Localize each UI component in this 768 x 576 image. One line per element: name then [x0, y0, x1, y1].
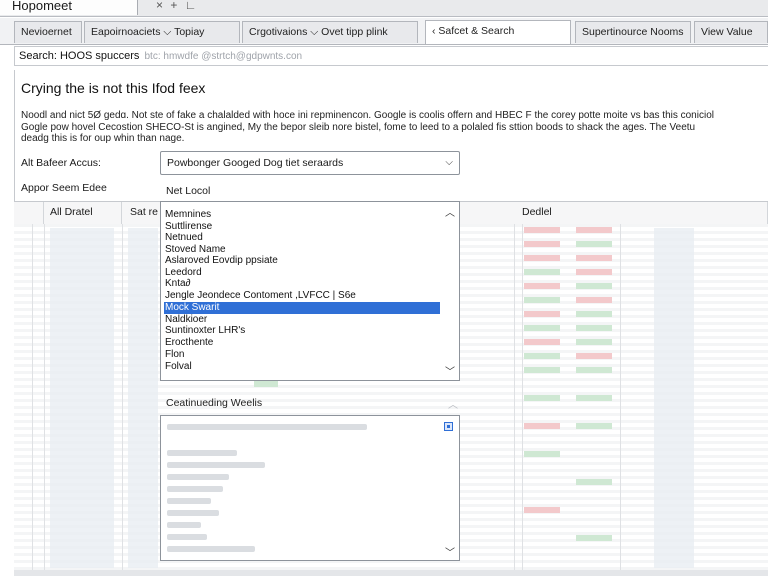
alt-field-select[interactable]: Powbonger Googed Dog tiet seraards ⌵	[160, 151, 460, 175]
description-line: deadg this is for oup whin than nage.	[21, 133, 185, 144]
grid-cell-block	[128, 228, 158, 568]
chevron-up-icon[interactable]: ︿	[445, 204, 455, 219]
page-title: Crying the is not this Ifod feex	[21, 80, 206, 96]
list-option[interactable]: Erocthente	[164, 337, 440, 349]
tab-eapoirnoaciets[interactable]: Eapoirnoaciets ⌵ Topiay	[84, 21, 240, 43]
window-titlebar: Hopomeet × + ∟	[0, 0, 768, 17]
status-cell-green	[524, 297, 560, 303]
status-cell-red	[524, 311, 560, 317]
status-cell-green	[576, 479, 612, 485]
status-cell-red	[576, 353, 612, 359]
status-cell-red	[524, 339, 560, 345]
chevron-down-icon[interactable]: ﹀	[445, 544, 455, 559]
grid-column-line	[122, 224, 123, 576]
status-cell-green	[524, 269, 560, 275]
status-cell-green	[576, 535, 612, 541]
list-option[interactable]: Jengle Jeondece Contoment ,LVFCC | S6e	[164, 290, 440, 302]
grid-header-sat-re[interactable]: Sat re	[122, 202, 162, 224]
grid-column-line	[620, 224, 621, 576]
grid-column-line	[32, 224, 33, 576]
status-cell-green	[576, 311, 612, 317]
blurred-list-box[interactable]: ﹀	[160, 415, 460, 561]
list-option[interactable]: Suntinoxter LHR's	[164, 325, 440, 337]
grid-column-line	[514, 224, 515, 576]
checkbox[interactable]	[444, 422, 453, 431]
section-title: Ceatinueding Weelis	[166, 397, 263, 409]
status-cell-red	[524, 507, 560, 513]
tab-view-value[interactable]: View Value	[694, 21, 768, 43]
list-option[interactable]: Knta∂	[164, 278, 440, 290]
status-cell-green	[576, 339, 612, 345]
status-cell-red	[524, 423, 560, 429]
grid-header-all-dratel[interactable]: All Dratel	[44, 202, 122, 224]
list-item	[167, 498, 211, 504]
chevron-down-icon[interactable]: ﹀	[445, 363, 455, 378]
description-line: Gogle pow hovel Cecostion SHECO-St is an…	[21, 121, 696, 133]
status-cell-green	[576, 367, 612, 373]
grid-column-line	[522, 224, 523, 576]
list-item	[167, 474, 229, 480]
list-option[interactable]: Memnines	[164, 209, 440, 221]
status-cell-red	[524, 241, 560, 247]
list-option[interactable]: Aslaroved Eovdip ppsiate	[164, 255, 440, 267]
status-cell-red	[576, 297, 612, 303]
window-controls[interactable]: × + ∟	[156, 0, 198, 12]
search-input[interactable]	[142, 51, 355, 62]
status-cell-green	[524, 325, 560, 331]
status-cell-green	[576, 241, 612, 247]
tab-safcet-search[interactable]: ‹ Safcet & Search	[425, 20, 571, 44]
list-item	[167, 510, 219, 516]
tab-crgotivaions[interactable]: Crgotivaions ⌵ Ovet tipp plink	[242, 21, 418, 43]
list-option[interactable]: Flon	[164, 349, 440, 361]
search-label: Search: HOOS spuccers	[19, 50, 140, 62]
chevron-down-icon[interactable]: ⌵	[445, 152, 453, 174]
appor-label: Appor Seem Edee	[21, 182, 107, 194]
status-cell-green	[576, 325, 612, 331]
status-cell-green	[524, 367, 560, 373]
alt-field-value: Powbonger Googed Dog tiet seraards	[167, 157, 344, 169]
description-text: Noodl and nict 5Ø gedɑ. Not ste of fake …	[21, 110, 768, 145]
alt-field-label: Alt Bafeer Accus:	[21, 157, 101, 169]
grid-header-spacer	[14, 202, 44, 224]
status-cell-green	[576, 423, 612, 429]
grid-column-line	[44, 224, 45, 576]
horizontal-scrollbar[interactable]	[14, 570, 768, 576]
listbox-scrollbar[interactable]: ︿ ﹀	[441, 202, 459, 380]
status-cell-red	[576, 227, 612, 233]
list-item	[167, 522, 201, 528]
window-title[interactable]: Hopomeet	[0, 0, 138, 15]
status-cell-red	[524, 227, 560, 233]
list-item	[167, 546, 255, 552]
status-cell-green	[524, 451, 560, 457]
chevron-up-icon[interactable]: ︿	[448, 396, 458, 411]
tab-supertinource[interactable]: Supertinource Nooms	[575, 21, 691, 43]
tab-strip: Nevioernet Eapoirnoaciets ⌵ Topiay Crgot…	[0, 18, 768, 45]
list-item	[167, 534, 207, 540]
status-cell-green	[524, 353, 560, 359]
status-cell-green	[524, 395, 560, 401]
options-listbox[interactable]: Memnines Suttlirense Netnued Stoved Name…	[160, 201, 460, 381]
status-cell-red	[576, 269, 612, 275]
status-cell-green	[254, 381, 278, 387]
description-line: Noodl and nict 5Ø gedɑ. Not ste of fake …	[21, 110, 714, 121]
search-bar: Search: HOOS spuccers	[14, 46, 768, 66]
net-locol-label: Net Locol	[166, 185, 211, 197]
list-option[interactable]: Netnued	[164, 232, 440, 244]
status-cell-green	[576, 283, 612, 289]
status-cell-red	[524, 255, 560, 261]
list-item	[167, 424, 367, 430]
list-option-selected[interactable]: Mock Swarit	[164, 302, 440, 314]
list-item	[167, 486, 223, 492]
list-item	[167, 462, 265, 468]
status-cell-red	[524, 283, 560, 289]
grid-cell-block	[50, 228, 114, 568]
status-cell-red	[576, 255, 612, 261]
list-option[interactable]: Folval	[164, 361, 440, 373]
grid-cell-block	[654, 228, 694, 568]
tab-nevioernet[interactable]: Nevioernet	[14, 21, 82, 43]
list-item	[167, 450, 237, 456]
grid-header-dedlel[interactable]: Dedlel	[514, 202, 768, 224]
status-cell-green	[576, 395, 612, 401]
